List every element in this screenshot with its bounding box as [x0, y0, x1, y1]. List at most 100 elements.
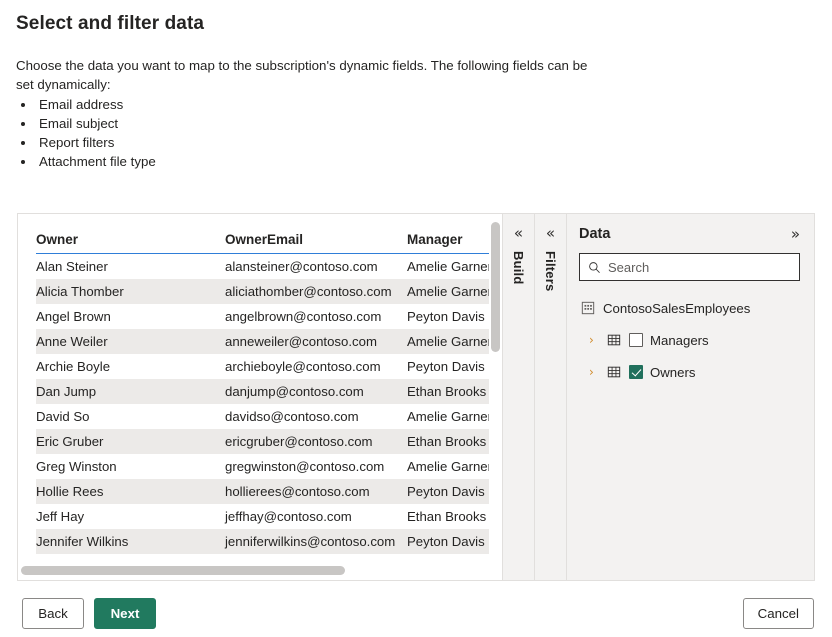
table-icon — [607, 333, 621, 347]
table-header-row: Owner OwnerEmail Manager — [36, 228, 502, 254]
cell-manager: Amelie Garner — [407, 329, 502, 354]
cell-owneremail: hollierees@contoso.com — [225, 479, 407, 504]
tree-node-label: Managers — [650, 332, 709, 348]
table-row[interactable]: Alan Steiner alansteiner@contoso.com Ame… — [36, 253, 502, 279]
cell-manager: Peyton Davis — [407, 529, 502, 554]
chevron-right-icon[interactable]: › — [589, 366, 607, 378]
cell-manager: Amelie Garner — [407, 454, 502, 479]
chevron-right-icon[interactable]: › — [589, 334, 607, 346]
cell-owner: Anne Weiler — [36, 329, 225, 354]
search-icon — [589, 261, 600, 273]
table-row[interactable]: Anne Weiler anneweiler@contoso.com Ameli… — [36, 329, 502, 354]
cell-owner: Archie Boyle — [36, 354, 225, 379]
cell-manager: Ethan Brooks — [407, 504, 502, 529]
table-row[interactable]: Angel Brown angelbrown@contoso.com Peyto… — [36, 304, 502, 329]
dataset-label: ContosoSalesEmployees — [603, 300, 751, 316]
cell-owneremail: alansteiner@contoso.com — [225, 253, 407, 279]
table-row[interactable]: Hollie Rees hollierees@contoso.com Peyto… — [36, 479, 502, 504]
build-pane-collapsed[interactable]: « Build — [502, 214, 534, 580]
tree-node-label: Owners — [650, 364, 696, 380]
cell-owneremail: jenniferwilkins@contoso.com — [225, 529, 407, 554]
footer-left-buttons: Back Next — [22, 598, 156, 629]
table-row[interactable]: Jeff Hay jeffhay@contoso.com Ethan Brook… — [36, 504, 502, 529]
table-row[interactable]: Dan Jump danjump@contoso.com Ethan Brook… — [36, 379, 502, 404]
data-pane-title: Data — [579, 226, 611, 242]
data-preview-card: Owner OwnerEmail Manager Alan Steiner al… — [17, 213, 815, 581]
column-header-owneremail[interactable]: OwnerEmail — [225, 228, 407, 254]
table-row[interactable]: David So davidso@contoso.com Amelie Garn… — [36, 404, 502, 429]
table-vertical-scrollbar[interactable] — [489, 216, 502, 576]
cell-manager: Amelie Garner — [407, 404, 502, 429]
list-item: Attachment file type — [36, 152, 832, 171]
cell-owneremail: danjump@contoso.com — [225, 379, 407, 404]
dataset-node[interactable]: ContosoSalesEmployees — [579, 297, 800, 319]
table-row[interactable]: Jennifer Wilkins jenniferwilkins@contoso… — [36, 529, 502, 554]
table-row[interactable]: Eric Gruber ericgruber@contoso.com Ethan… — [36, 429, 502, 454]
cell-manager: Peyton Davis — [407, 304, 502, 329]
cell-owneremail: gregwinston@contoso.com — [225, 454, 407, 479]
cell-manager: Amelie Garner — [407, 253, 502, 279]
table-row[interactable]: Archie Boyle archieboyle@contoso.com Pey… — [36, 354, 502, 379]
chevron-double-left-icon[interactable]: « — [514, 226, 523, 241]
checkbox-owners[interactable] — [629, 365, 643, 379]
dataset-icon — [581, 301, 595, 315]
cell-owner: Dan Jump — [36, 379, 225, 404]
cancel-button[interactable]: Cancel — [742, 598, 814, 629]
table-horizontal-scrollbar[interactable] — [20, 564, 486, 577]
list-item: Email address — [36, 95, 832, 114]
page-title: Select and filter data — [16, 13, 205, 34]
build-pane-label: Build — [511, 251, 526, 285]
cell-owneremail: aliciathomber@contoso.com — [225, 279, 407, 304]
cell-owneremail: archieboyle@contoso.com — [225, 354, 407, 379]
chevron-double-left-icon[interactable]: « — [546, 226, 555, 241]
cell-owner: Angel Brown — [36, 304, 225, 329]
list-item: Email subject — [36, 114, 832, 133]
cell-owneremail: angelbrown@contoso.com — [225, 304, 407, 329]
table-icon — [607, 365, 621, 379]
table-body: Alan Steiner alansteiner@contoso.com Ame… — [36, 253, 502, 554]
cell-manager: Ethan Brooks — [407, 379, 502, 404]
cell-owner: David So — [36, 404, 225, 429]
data-search-box[interactable] — [579, 253, 800, 281]
cell-manager: Peyton Davis — [407, 479, 502, 504]
cell-owneremail: anneweiler@contoso.com — [225, 329, 407, 354]
cell-owneremail: jeffhay@contoso.com — [225, 504, 407, 529]
column-header-owner[interactable]: Owner — [36, 228, 225, 254]
dynamic-fields-list: Email address Email subject Report filte… — [0, 95, 832, 171]
table-scroll-region[interactable]: Owner OwnerEmail Manager Alan Steiner al… — [18, 214, 502, 580]
cell-owner: Jeff Hay — [36, 504, 225, 529]
next-button[interactable]: Next — [94, 598, 156, 629]
checkbox-managers[interactable] — [629, 333, 643, 347]
vertical-scrollbar-thumb[interactable] — [491, 222, 500, 352]
chevron-double-right-icon[interactable]: » — [791, 226, 800, 242]
cell-owner: Eric Gruber — [36, 429, 225, 454]
data-table: Owner OwnerEmail Manager Alan Steiner al… — [36, 228, 502, 554]
cell-manager: Ethan Brooks — [407, 429, 502, 454]
table-area: Owner OwnerEmail Manager Alan Steiner al… — [18, 214, 502, 580]
filters-pane-label: Filters — [543, 251, 558, 292]
cell-owneremail: davidso@contoso.com — [225, 404, 407, 429]
cell-owner: Alicia Thomber — [36, 279, 225, 304]
footer-right-buttons: Cancel — [742, 598, 814, 629]
intro-text: Choose the data you want to map to the s… — [16, 58, 588, 92]
data-pane: Data » ContosoSale — [566, 214, 814, 580]
back-button[interactable]: Back — [22, 598, 84, 629]
list-item: Report filters — [36, 133, 832, 152]
filters-pane-collapsed[interactable]: « Filters — [534, 214, 566, 580]
search-input[interactable] — [608, 259, 791, 275]
tree-node-owners[interactable]: › Owners — [579, 361, 800, 383]
cell-owner: Jennifer Wilkins — [36, 529, 225, 554]
table-row[interactable]: Greg Winston gregwinston@contoso.com Ame… — [36, 454, 502, 479]
cell-manager: Amelie Garner — [407, 279, 502, 304]
cell-owner: Greg Winston — [36, 454, 225, 479]
cell-owneremail: ericgruber@contoso.com — [225, 429, 407, 454]
cell-owner: Alan Steiner — [36, 253, 225, 279]
table-row[interactable]: Alicia Thomber aliciathomber@contoso.com… — [36, 279, 502, 304]
tree-node-managers[interactable]: › Managers — [579, 329, 800, 351]
dialog-footer: Back Next Cancel — [0, 591, 832, 637]
cell-manager: Peyton Davis — [407, 354, 502, 379]
column-header-manager[interactable]: Manager — [407, 228, 502, 254]
data-pane-header: Data » — [579, 226, 800, 242]
cell-owner: Hollie Rees — [36, 479, 225, 504]
horizontal-scrollbar-thumb[interactable] — [21, 566, 345, 575]
